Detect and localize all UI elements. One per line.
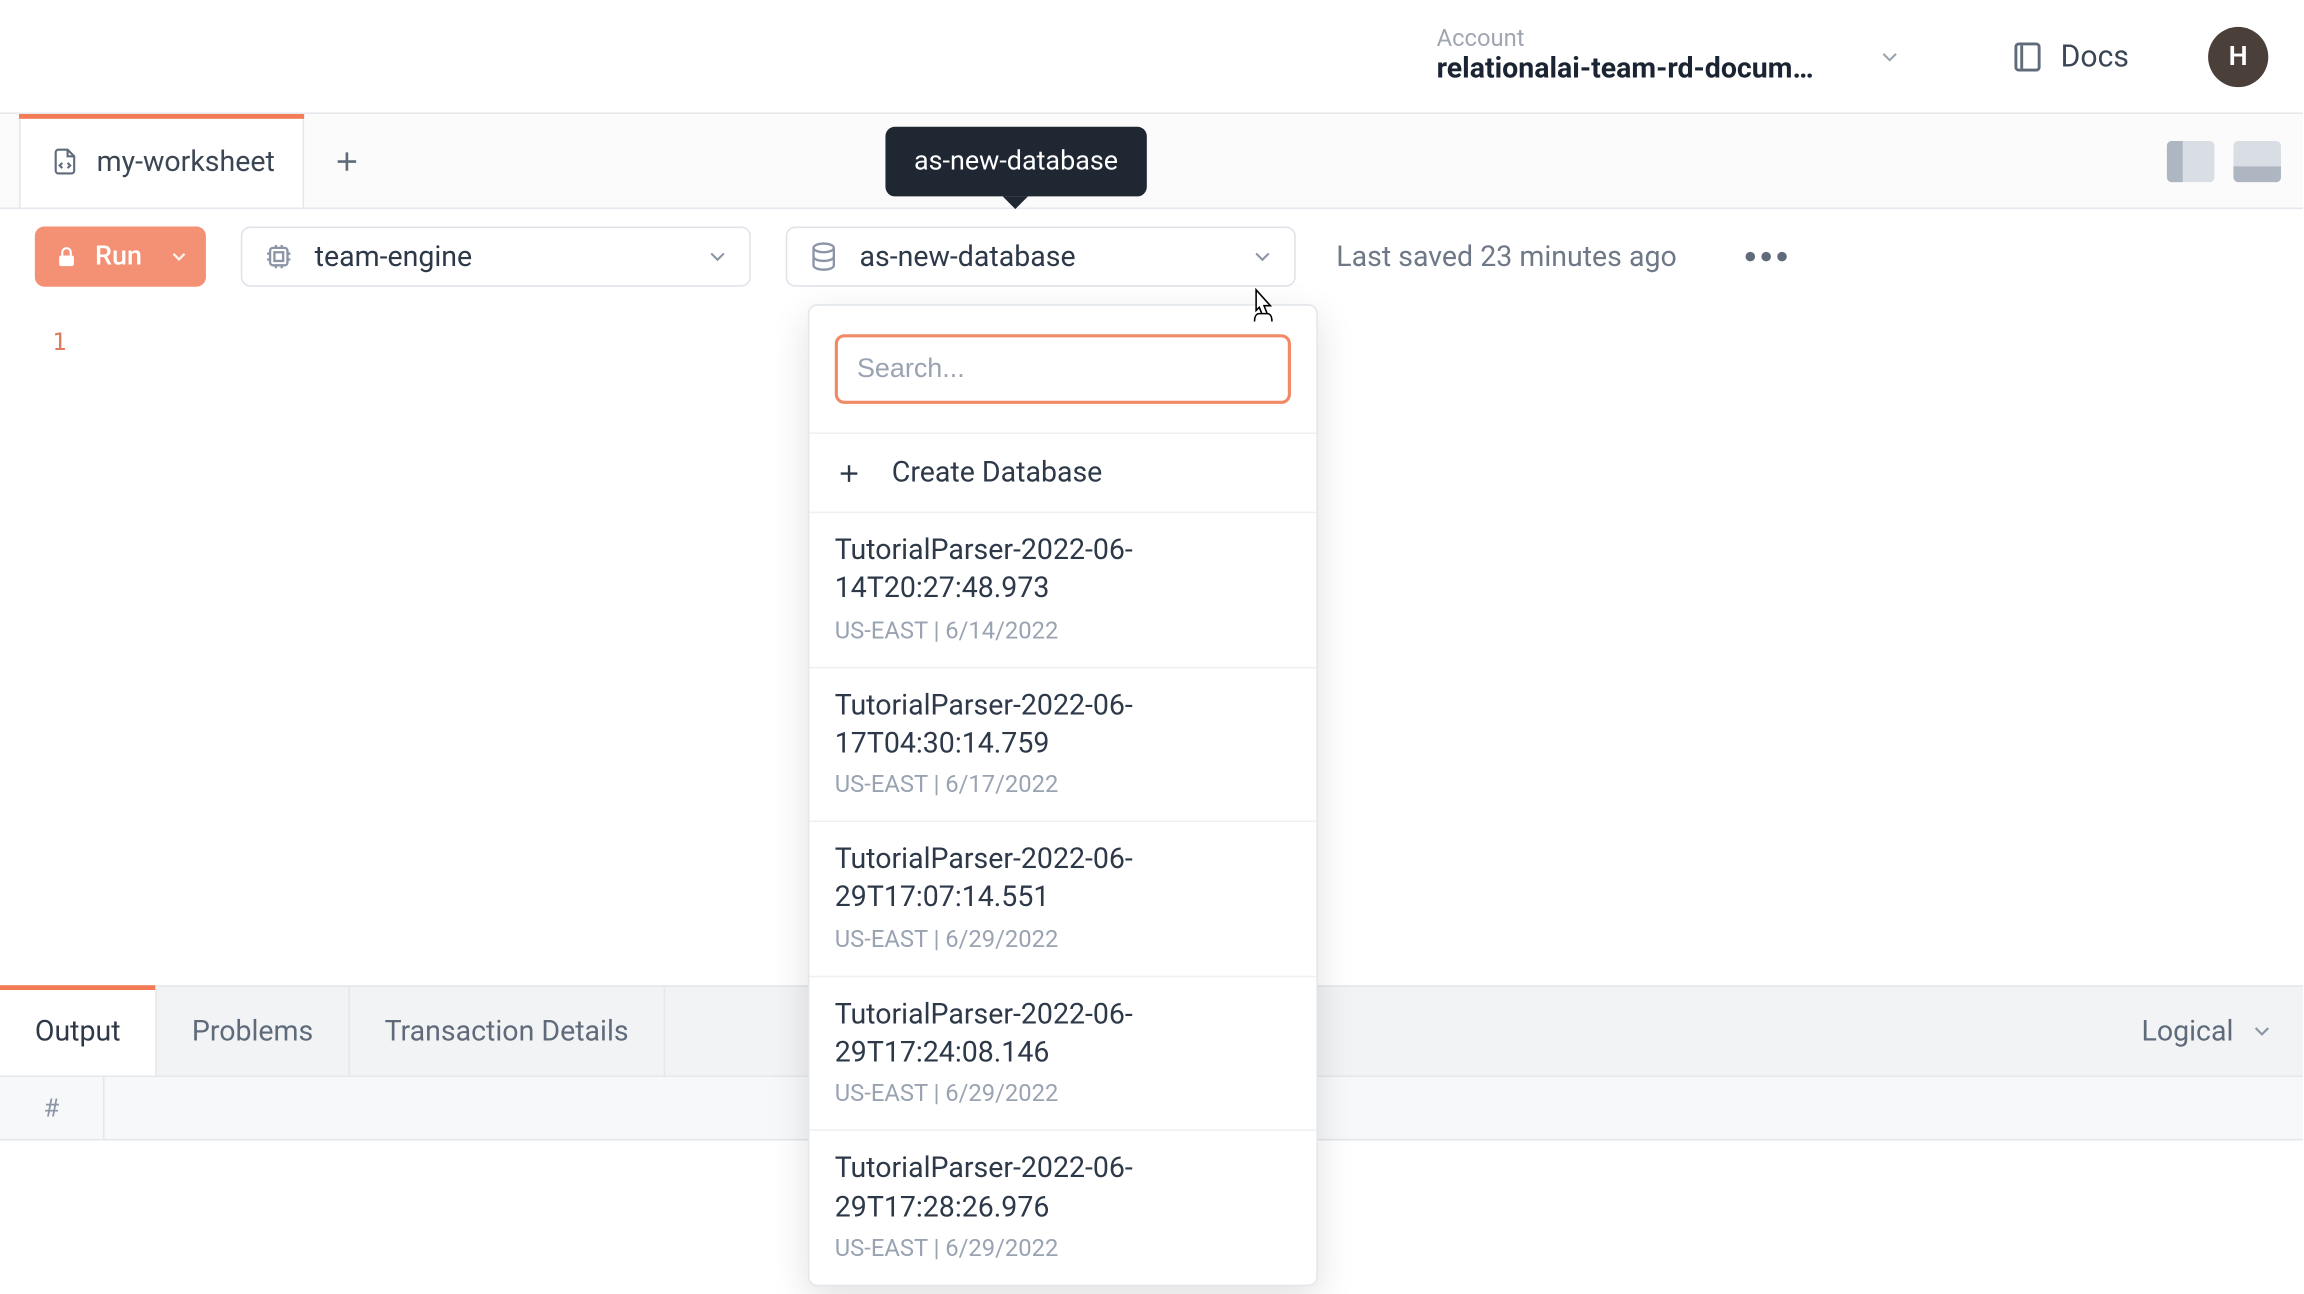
run-label: Run [95,241,142,273]
result-index-header: # [0,1077,105,1139]
lock-icon [54,244,79,269]
top-header: Account relationalai-team-rd-docum… Docs… [0,0,2303,114]
code-file-icon [49,146,81,178]
database-option[interactable]: TutorialParser-2022-06-29T17:24:08.146 U… [809,977,1316,1132]
chip-icon [261,239,296,274]
database-option-meta: US-EAST | 6/14/2022 [835,616,1291,645]
database-option-meta: US-EAST | 6/29/2022 [835,1234,1291,1263]
chevron-down-icon[interactable] [1871,44,1909,69]
database-icon [806,239,841,274]
database-name: as-new-database [860,240,1076,273]
database-option-meta: US-EAST | 6/29/2022 [835,1079,1291,1108]
database-dropdown: Create Database TutorialParser-2022-06-1… [808,304,1318,1286]
tab-problems[interactable]: Problems [157,987,350,1076]
account-label: Account [1437,24,1833,53]
toolbar: Run team-engine as-new-database Last sav… [0,209,2303,304]
layout-sidebar-icon[interactable] [2167,140,2215,181]
layout-bottom-icon[interactable] [2233,140,2281,181]
database-option[interactable]: TutorialParser-2022-06-29T17:28:26.976 U… [809,1132,1316,1285]
account-selector[interactable]: Account relationalai-team-rd-docum… [1437,24,1833,88]
more-options-button[interactable] [1743,250,1787,263]
database-selector[interactable]: as-new-database [785,227,1295,287]
line-number: 1 [35,328,67,357]
database-option-meta: US-EAST | 6/29/2022 [835,925,1291,954]
plus-icon [835,459,864,488]
database-option[interactable]: TutorialParser-2022-06-14T20:27:48.973 U… [809,513,1316,668]
chevron-down-icon [1249,244,1274,269]
account-name: relationalai-team-rd-docum… [1437,53,1833,89]
run-button[interactable]: Run [35,227,205,287]
database-option-name: TutorialParser-2022-06-29T17:24:08.146 [835,996,1291,1073]
tab-output[interactable]: Output [0,987,157,1076]
view-mode-selector[interactable]: Logical [2113,987,2303,1076]
worksheet-tabs: my-worksheet [0,114,2303,209]
chevron-down-icon [167,246,189,268]
chevron-down-icon [2249,1019,2274,1044]
database-option[interactable]: TutorialParser-2022-06-17T04:30:14.759 U… [809,668,1316,823]
tab-transaction-details[interactable]: Transaction Details [350,987,665,1076]
tab-label: my-worksheet [97,145,275,178]
avatar[interactable]: H [2208,26,2268,86]
database-option-meta: US-EAST | 6/17/2022 [835,770,1291,799]
database-option-name: TutorialParser-2022-06-29T17:07:14.551 [835,841,1291,918]
search-input[interactable] [835,334,1291,404]
last-saved-text: Last saved 23 minutes ago [1336,240,1676,273]
tab-worksheet[interactable]: my-worksheet [19,114,305,207]
database-option[interactable]: TutorialParser-2022-06-29T17:07:14.551 U… [809,822,1316,977]
create-database-button[interactable]: Create Database [809,432,1316,513]
create-database-label: Create Database [892,456,1103,489]
add-tab-button[interactable] [305,114,391,207]
engine-name: team-engine [315,240,473,273]
docs-label: Docs [2061,38,2129,74]
chevron-down-icon [704,244,729,269]
tooltip: as-new-database [885,127,1146,197]
database-option-name: TutorialParser-2022-06-14T20:27:48.973 [835,532,1291,609]
database-option-name: TutorialParser-2022-06-29T17:28:26.976 [835,1151,1291,1228]
engine-selector[interactable]: team-engine [240,227,750,287]
database-option-name: TutorialParser-2022-06-17T04:30:14.759 [835,687,1291,764]
book-icon [2010,39,2045,74]
docs-link[interactable]: Docs [2010,38,2129,74]
